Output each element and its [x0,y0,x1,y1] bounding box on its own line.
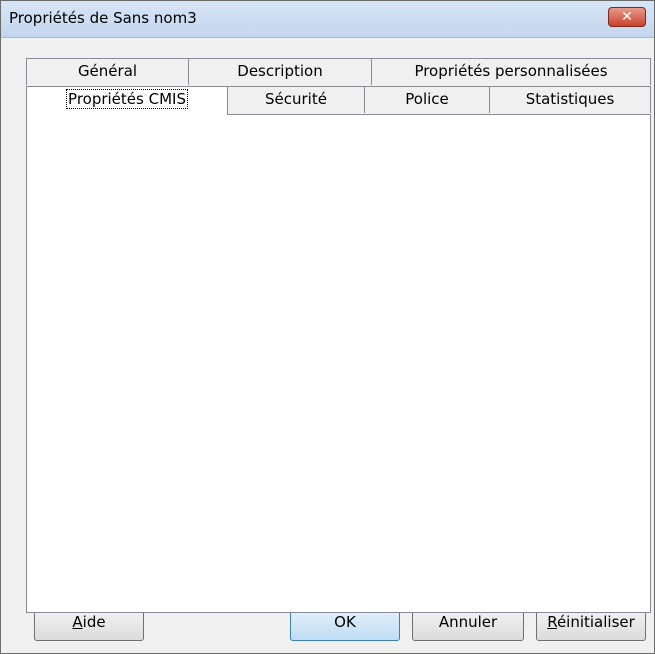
tab-label: Sécurité [265,90,327,108]
tab-security[interactable]: Sécurité [227,86,365,113]
help-mnemonic: A [72,613,83,631]
close-button[interactable]: ✕ [608,7,646,27]
title-bar[interactable]: Propriétés de Sans nom3 ✕ [1,1,654,38]
reset-label: éinitialiser [556,613,635,631]
tab-custom-properties[interactable]: Propriétés personnalisées [371,58,651,85]
tab-label: Propriétés personnalisées [414,62,608,80]
tab-label: Général [77,62,138,80]
reset-mnemonic: R [547,613,557,631]
dialog-content: Général Description Propriétés personnal… [1,38,654,653]
cancel-label: Annuler [438,613,498,631]
properties-dialog: Propriétés de Sans nom3 ✕ Général Descri… [0,0,655,654]
tab-label: Propriétés CMIS [66,89,188,109]
window-title: Propriétés de Sans nom3 [9,9,197,27]
tab-statistics[interactable]: Statistiques [489,86,651,113]
tab-cmis-properties[interactable]: Propriétés CMIS [26,86,228,115]
help-label: ide [82,613,106,631]
tab-label: Police [405,90,449,108]
tab-label: Description [237,62,323,80]
tab-general[interactable]: Général [26,58,189,85]
tab-label: Statistiques [525,90,615,108]
tab-font[interactable]: Police [364,86,490,113]
ok-label: OK [334,613,356,631]
tab-panel [26,114,651,613]
close-icon: ✕ [621,9,633,25]
tab-description[interactable]: Description [188,58,372,85]
